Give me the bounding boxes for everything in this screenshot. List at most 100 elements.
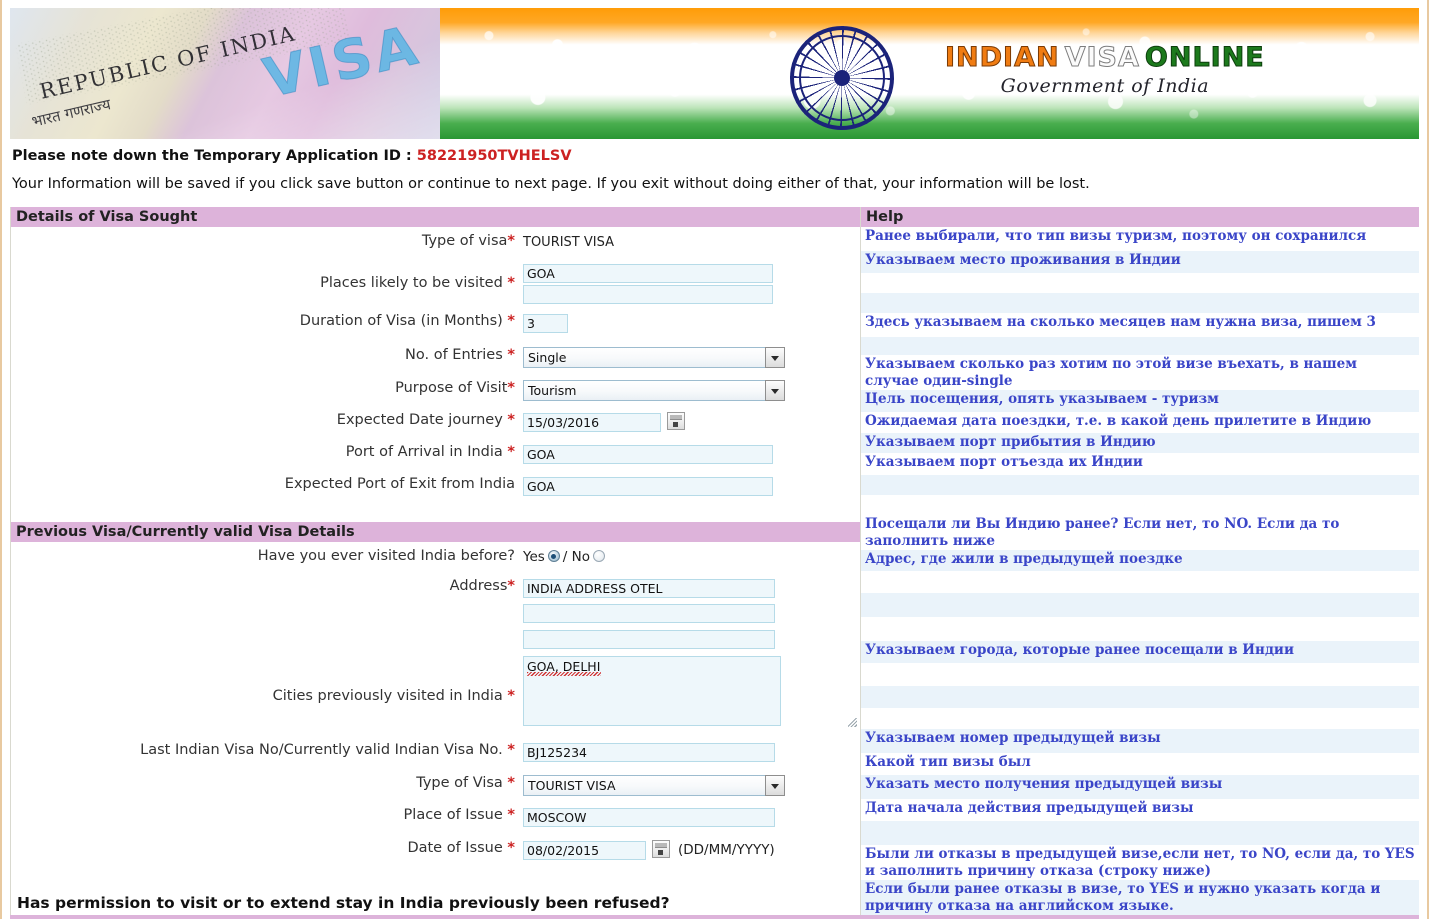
field-port-of-exit — [523, 476, 860, 496]
row-purpose-of-visit: Purpose of Visit* Tourism — [11, 380, 860, 406]
help-rows-container: Ранее выбирали, что тип визы туризм, поэ… — [861, 227, 1419, 916]
date-format-hint: (DD/MM/YYYY) — [678, 842, 775, 858]
duration-months-input[interactable] — [523, 314, 568, 333]
textarea-resize-handle[interactable] — [848, 718, 857, 727]
required-marker: * — [507, 347, 515, 363]
help-row — [861, 273, 1419, 293]
main-content: Details of Visa Sought Type of visa* TOU… — [10, 207, 1419, 919]
field-visited-india-before: Yes / No — [523, 548, 860, 565]
address-line3-input[interactable] — [523, 630, 775, 649]
address-line1-input[interactable] — [523, 579, 775, 598]
row-no-of-entries: No. of Entries * Single — [11, 347, 860, 373]
visited-before-yes-radio[interactable] — [547, 550, 560, 562]
chevron-down-icon[interactable] — [765, 380, 785, 401]
logo-word-online: ONLINE — [1144, 42, 1265, 73]
help-row: Ранее выбирали, что тип визы туризм, поэ… — [865, 228, 1367, 244]
help-row — [861, 337, 1419, 356]
expected-date-journey-input[interactable] — [523, 413, 661, 432]
address-line2-input[interactable] — [523, 604, 775, 623]
places-visited-line1-input[interactable] — [523, 264, 773, 283]
no-of-entries-value: Single — [523, 347, 765, 368]
visited-before-yes-label: Yes — [523, 549, 545, 565]
port-of-exit-input[interactable] — [523, 477, 773, 496]
row-address: Address* — [11, 578, 860, 649]
required-marker: * — [507, 688, 515, 704]
help-row: Дата начала действия предыдущей визы — [865, 800, 1194, 817]
row-expected-date-journey: Expected Date journey * — [11, 412, 860, 438]
row-last-indian-visa-no: Last Indian Visa No/Currently valid Indi… — [11, 742, 860, 768]
label-visited-india-before: Have you ever visited India before? — [257, 548, 515, 564]
required-marker: * — [507, 412, 515, 428]
required-marker: * — [507, 840, 515, 856]
field-port-of-arrival — [523, 444, 860, 464]
section-header-previous-visa: Previous Visa/Currently valid Visa Detai… — [11, 522, 860, 542]
row-places-likely-visited: Places likely to be visited * — [11, 263, 860, 304]
row-date-of-issue: Date of Issue * (DD/MM/YYYY) — [11, 840, 860, 866]
visa-application-page: REPUBLIC OF INDIA भारत गणराज्य VISA INDI… — [0, 0, 1429, 919]
row-visited-india-before: Have you ever visited India before? Yes /… — [11, 548, 860, 574]
required-marker: * — [507, 807, 515, 823]
previous-type-of-visa-value: TOURIST VISA — [523, 775, 765, 796]
label-journey-date-text: Expected Date journey — [336, 412, 508, 428]
last-indian-visa-no-input[interactable] — [523, 743, 775, 762]
label-prev-type-visa-text: Type of Visa — [416, 775, 508, 791]
chevron-down-icon[interactable] — [765, 347, 785, 368]
visited-before-no-radio[interactable] — [593, 550, 606, 562]
label-duration-of-visa: Duration of Visa (in Months) * — [11, 313, 523, 329]
purpose-of-visit-value: Tourism — [523, 380, 765, 401]
row-place-of-issue: Place of Issue * — [11, 807, 860, 833]
field-cities-previously-visited: GOA, DELHI — [523, 656, 860, 730]
visited-before-separator: / — [562, 549, 568, 565]
row-port-of-arrival: Port of Arrival in India * — [11, 444, 860, 470]
label-purpose-of-visit: Purpose of Visit* — [11, 380, 523, 396]
label-no-of-entries: No. of Entries * — [11, 347, 523, 363]
section-header-help: Help — [861, 207, 1419, 227]
help-row: Цель посещения, опять указываем - туризм — [861, 390, 1419, 413]
label-cities-previously-visited: Cities previously visited in India * — [11, 656, 523, 704]
previous-type-of-visa-select[interactable]: TOURIST VISA — [523, 775, 785, 796]
help-row: Указываем порт прибытия в Индию — [861, 433, 1419, 454]
date-of-issue-input[interactable] — [523, 841, 646, 860]
field-last-indian-visa-no — [523, 742, 860, 762]
calendar-icon[interactable] — [667, 412, 685, 430]
label-last-visa-no-text: Last Indian Visa No/Currently valid Indi… — [140, 742, 508, 758]
temp-app-id-prefix: Please note down the Temporary Applicati… — [12, 148, 417, 164]
cities-previously-visited-textarea[interactable]: GOA, DELHI — [523, 656, 781, 726]
label-address-text: Address — [449, 578, 508, 594]
label-type-of-visa-text: Type of visa — [421, 233, 508, 249]
saffron-splatter-icon — [440, 8, 1419, 54]
label-purpose-text: Purpose of Visit — [395, 380, 508, 396]
calendar-icon[interactable] — [652, 840, 670, 858]
site-logo: INDIAN VISA ONLINE Government of India — [945, 42, 1265, 98]
notice-area: Please note down the Temporary Applicati… — [2, 139, 1427, 192]
help-row: Какой тип визы был — [865, 754, 1031, 771]
row-cities-previously-visited: Cities previously visited in India * GOA… — [11, 656, 860, 730]
help-column: Help Ранее выбирали, что тип визы туризм… — [860, 207, 1419, 916]
required-marker: * — [507, 313, 515, 329]
port-of-arrival-input[interactable] — [523, 445, 773, 464]
row-port-of-exit: Expected Port of Exit from India — [11, 476, 860, 502]
temp-app-id-value: 58221950TVHELSV — [416, 148, 572, 164]
logo-word-visa: VISA — [1064, 42, 1140, 73]
field-type-of-visa: TOURIST VISA — [523, 233, 860, 250]
chevron-down-icon[interactable] — [765, 775, 785, 796]
no-of-entries-select[interactable]: Single — [523, 347, 785, 368]
field-address — [523, 578, 860, 649]
places-visited-line2-input[interactable] — [523, 285, 773, 304]
label-date-issue-text: Date of Issue — [407, 840, 508, 856]
help-row: Указать место получения предыдущей визы — [861, 775, 1419, 800]
label-previous-type-of-visa: Type of Visa * — [11, 775, 523, 791]
value-type-of-visa: TOURIST VISA — [523, 235, 614, 250]
help-row — [861, 708, 1419, 729]
help-row — [861, 686, 1419, 709]
field-purpose-of-visit: Tourism — [523, 380, 860, 401]
label-port-of-exit: Expected Port of Exit from India — [284, 476, 515, 492]
help-row: Указываем номер предыдущей визы — [861, 729, 1419, 754]
refusal-question-text: Has permission to visit or to extend sta… — [17, 894, 670, 912]
purpose-of-visit-select[interactable]: Tourism — [523, 380, 785, 401]
form-column: Details of Visa Sought Type of visa* TOU… — [10, 207, 860, 919]
help-row — [861, 475, 1419, 496]
site-banner: REPUBLIC OF INDIA भारत गणराज्य VISA INDI… — [10, 8, 1419, 139]
place-of-issue-input[interactable] — [523, 808, 775, 827]
logo-word-indian: INDIAN — [945, 42, 1060, 73]
